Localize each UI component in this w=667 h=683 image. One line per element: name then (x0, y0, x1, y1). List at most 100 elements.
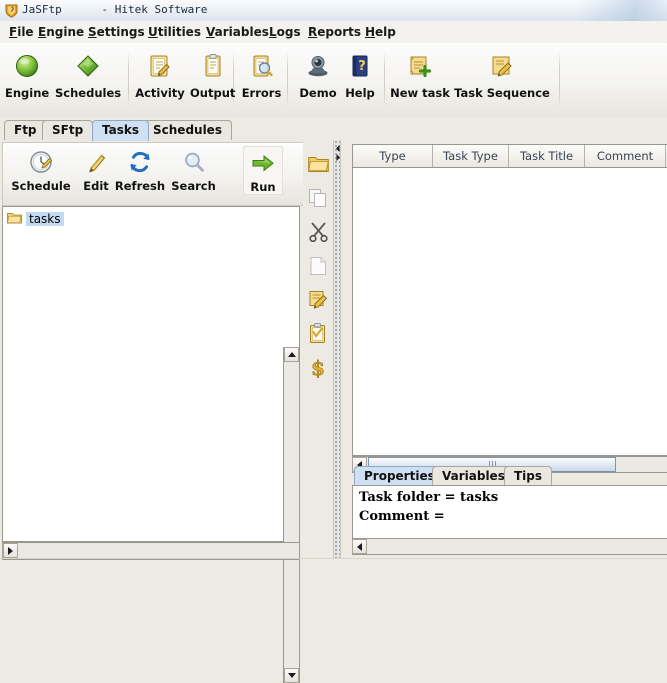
webcam-icon (296, 49, 340, 83)
scroll-right-arrow[interactable] (3, 543, 18, 558)
toolbar-button-help[interactable]: ? Help (342, 49, 378, 100)
tasks-table[interactable]: Type Task Type Task Title Comment (352, 144, 667, 456)
sub-toolbar-label: Edit (83, 179, 109, 193)
toolbar-button-new-task[interactable]: New task (390, 49, 450, 100)
toolbar-button-schedules[interactable]: Schedules (55, 49, 121, 100)
table-body[interactable] (353, 168, 667, 455)
checklist-icon (308, 323, 328, 347)
svg-text:$: $ (311, 357, 325, 378)
tab-tasks[interactable]: Tasks (92, 120, 150, 141)
sub-toolbar-button-refresh[interactable]: Refresh (111, 146, 169, 193)
table-column-task-title[interactable]: Task Title (509, 145, 585, 167)
toolbar-button-output[interactable]: Output (190, 49, 235, 100)
clipboard-magnifier-icon (239, 49, 284, 83)
main-tab-strip: Ftp SFtp Tasks Schedules (0, 118, 667, 141)
rail-cut-button[interactable] (307, 222, 329, 244)
sub-toolbar-label: Run (250, 180, 276, 194)
toolbar-button-errors[interactable]: Errors (239, 49, 284, 100)
toolbar-separator (128, 51, 129, 109)
menu-bar[interactable]: File Engine Settings Utilities Variables… (0, 21, 667, 44)
toolbar-label: Schedules (55, 86, 122, 100)
properties-tab-strip: Properties Variables Tips (352, 466, 667, 486)
sub-toolbar-button-run[interactable]: Run (243, 146, 283, 195)
scroll-left-arrow[interactable] (352, 539, 367, 554)
tab-ftp[interactable]: Ftp (4, 120, 47, 141)
sub-toolbar-button-edit[interactable]: Edit (76, 146, 116, 193)
toolbar-button-task-sequence[interactable]: Task Sequence (452, 49, 552, 100)
clipboard-pencil-icon (134, 49, 186, 83)
scroll-up-arrow[interactable] (284, 347, 299, 362)
tree-node-label: tasks (26, 211, 64, 226)
refresh-arrows-icon (111, 146, 169, 178)
rail-open-folder-button[interactable] (307, 154, 329, 176)
sub-toolbar-label: Schedule (11, 179, 71, 193)
blue-book-question-icon: ? (342, 49, 378, 83)
scroll-plus-icon (390, 49, 450, 83)
menu-help[interactable]: Help (362, 24, 399, 40)
dollar-icon: $ (308, 356, 328, 381)
tasks-icon-rail: $ (303, 140, 331, 559)
panel-splitter[interactable] (333, 140, 341, 559)
rail-edit-note-button[interactable] (307, 290, 329, 312)
shield-icon (4, 3, 19, 18)
paste-icon (308, 256, 328, 279)
toolbar-button-engine[interactable]: Engine (5, 49, 49, 100)
table-column-task-type[interactable]: Task Type (433, 145, 509, 167)
table-header-row: Type Task Type Task Title Comment (353, 145, 667, 168)
svg-text:?: ? (358, 59, 366, 74)
property-task-folder: Task folder = tasks (359, 490, 499, 505)
green-diamond-icon (55, 49, 121, 83)
tab-sftp[interactable]: SFtp (42, 120, 94, 141)
application-window: JaSFtp - Hitek Software File Engine Sett… (0, 0, 667, 683)
toolbar-separator (384, 51, 385, 109)
folder-icon (7, 211, 22, 227)
sub-toolbar-button-schedule[interactable]: Schedule (11, 146, 71, 193)
tree-node-tasks[interactable]: tasks (7, 211, 64, 226)
menu-file[interactable]: File (6, 24, 37, 40)
toolbar-label: Demo (299, 86, 337, 100)
toolbar-button-demo[interactable]: Demo (296, 49, 340, 100)
task-folder-tree[interactable]: tasks (2, 206, 300, 542)
note-pencil-icon (452, 49, 552, 83)
table-column-comment[interactable]: Comment (585, 145, 666, 167)
menu-engine[interactable]: Engine (35, 24, 87, 40)
toolbar-button-activity[interactable]: Activity (134, 49, 186, 100)
toolbar-label: Engine (5, 86, 50, 100)
toolbar-label: Output (190, 86, 236, 100)
rail-checklist-button[interactable] (307, 323, 329, 347)
table-column-type[interactable]: Type (353, 145, 433, 167)
tab-variables[interactable]: Variables (432, 466, 515, 486)
toolbar-label: Errors (241, 86, 282, 100)
properties-content: Task folder = tasks Comment = (352, 485, 667, 540)
properties-horizontal-scrollbar[interactable] (352, 538, 667, 555)
folder-icon (307, 155, 329, 176)
clock-icon (11, 146, 71, 178)
toolbar-label: Activity (135, 86, 185, 100)
tab-tips[interactable]: Tips (504, 466, 553, 486)
tasks-left-panel: Schedule Edit Refresh Search Run tasks (0, 140, 331, 683)
menu-reports[interactable]: Reports (305, 24, 364, 40)
toolbar-separator (559, 51, 560, 109)
green-arrow-icon (244, 147, 282, 179)
sub-toolbar-button-search[interactable]: Search (166, 146, 221, 193)
menu-logs[interactable]: Logs (266, 24, 304, 40)
magnifier-icon (166, 146, 221, 178)
window-title: JaSFtp - Hitek Software (22, 3, 208, 16)
scroll-down-arrow[interactable] (284, 668, 299, 683)
tasks-right-panel: Type Task Type Task Title Comment Proper… (341, 140, 667, 559)
menu-variables[interactable]: Variables (203, 24, 272, 40)
tab-schedules[interactable]: Schedules (143, 120, 232, 141)
toolbar-label: Task Sequence (454, 86, 550, 100)
tree-vertical-scrollbar[interactable] (283, 347, 300, 683)
rail-copy-button[interactable] (307, 188, 329, 210)
menu-utilities[interactable]: Utilities (145, 24, 204, 40)
menu-settings[interactable]: Settings (85, 24, 148, 40)
toolbar-label: Help (345, 86, 375, 100)
sub-toolbar-label: Refresh (114, 179, 166, 193)
scissors-icon (308, 221, 329, 245)
toolbar-label: New task (390, 86, 450, 100)
pencil-icon (76, 146, 116, 178)
rail-billing-button[interactable]: $ (307, 356, 329, 381)
rail-paste-button[interactable] (307, 256, 329, 278)
sub-toolbar-label: Search (171, 179, 216, 193)
